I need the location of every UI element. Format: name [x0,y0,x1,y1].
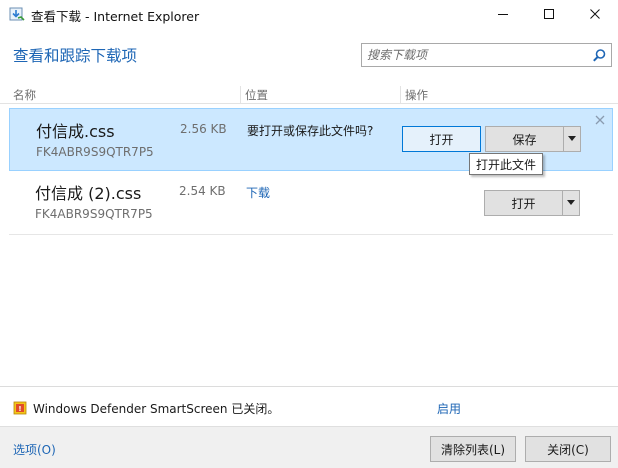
maximize-button[interactable] [526,0,572,28]
close-window-button[interactable] [572,0,618,28]
save-options-dropdown[interactable] [563,126,581,152]
open-options-dropdown[interactable] [562,190,580,216]
download-window-icon [9,7,25,21]
column-separator [240,86,241,104]
chevron-down-icon [567,200,575,205]
file-size: 2.54 KB [179,184,226,198]
column-actions[interactable]: 操作 [405,87,428,103]
close-button[interactable]: 关闭(C) [525,436,611,462]
dismiss-icon[interactable] [594,114,606,126]
title-bar: 查看下载 - Internet Explorer [0,0,618,28]
shield-warning-icon: ! [13,401,27,415]
search-box[interactable] [361,43,612,67]
window-title: 查看下载 - Internet Explorer [31,9,200,24]
enable-smartscreen-link[interactable]: 启用 [437,400,461,417]
maximize-icon [544,9,554,19]
download-status: 要打开或保存此文件吗? [247,124,374,138]
column-header: 名称 位置 操作 [0,86,618,104]
options-link[interactable]: 选项(O) [13,441,56,458]
divider [0,386,618,387]
download-row[interactable]: 付信成 (2).css 2.54 KB FK4ABR9S9QTR7P5 下载 打… [9,171,613,234]
file-name: 付信成.css [36,122,115,141]
clear-list-button[interactable]: 清除列表(L) [430,436,516,462]
chevron-down-icon [568,136,576,141]
column-location[interactable]: 位置 [245,87,268,103]
search-input[interactable] [367,46,587,64]
footer: 选项(O) 清除列表(L) 关闭(C) [0,426,618,468]
search-icon[interactable] [592,48,607,63]
file-source: FK4ABR9S9QTR7P5 [35,207,153,221]
open-button[interactable]: 打开 [402,126,481,152]
smartscreen-message: Windows Defender SmartScreen 已关闭。 [33,402,280,416]
file-size: 2.56 KB [180,122,227,136]
svg-text:!: ! [18,405,21,413]
download-status-link[interactable]: 下载 [246,184,270,201]
column-name[interactable]: 名称 [13,87,36,103]
row-divider [9,234,613,235]
file-name: 付信成 (2).css [35,184,142,203]
open-button[interactable]: 打开 [484,190,563,216]
column-separator [400,86,401,104]
close-icon [590,9,600,19]
page-title: 查看和跟踪下载项 [13,47,138,65]
save-button[interactable]: 保存 [485,126,564,152]
minimize-icon [498,14,508,15]
minimize-button[interactable] [480,0,526,28]
file-source: FK4ABR9S9QTR7P5 [36,145,154,159]
tooltip: 打开此文件 [469,153,544,175]
